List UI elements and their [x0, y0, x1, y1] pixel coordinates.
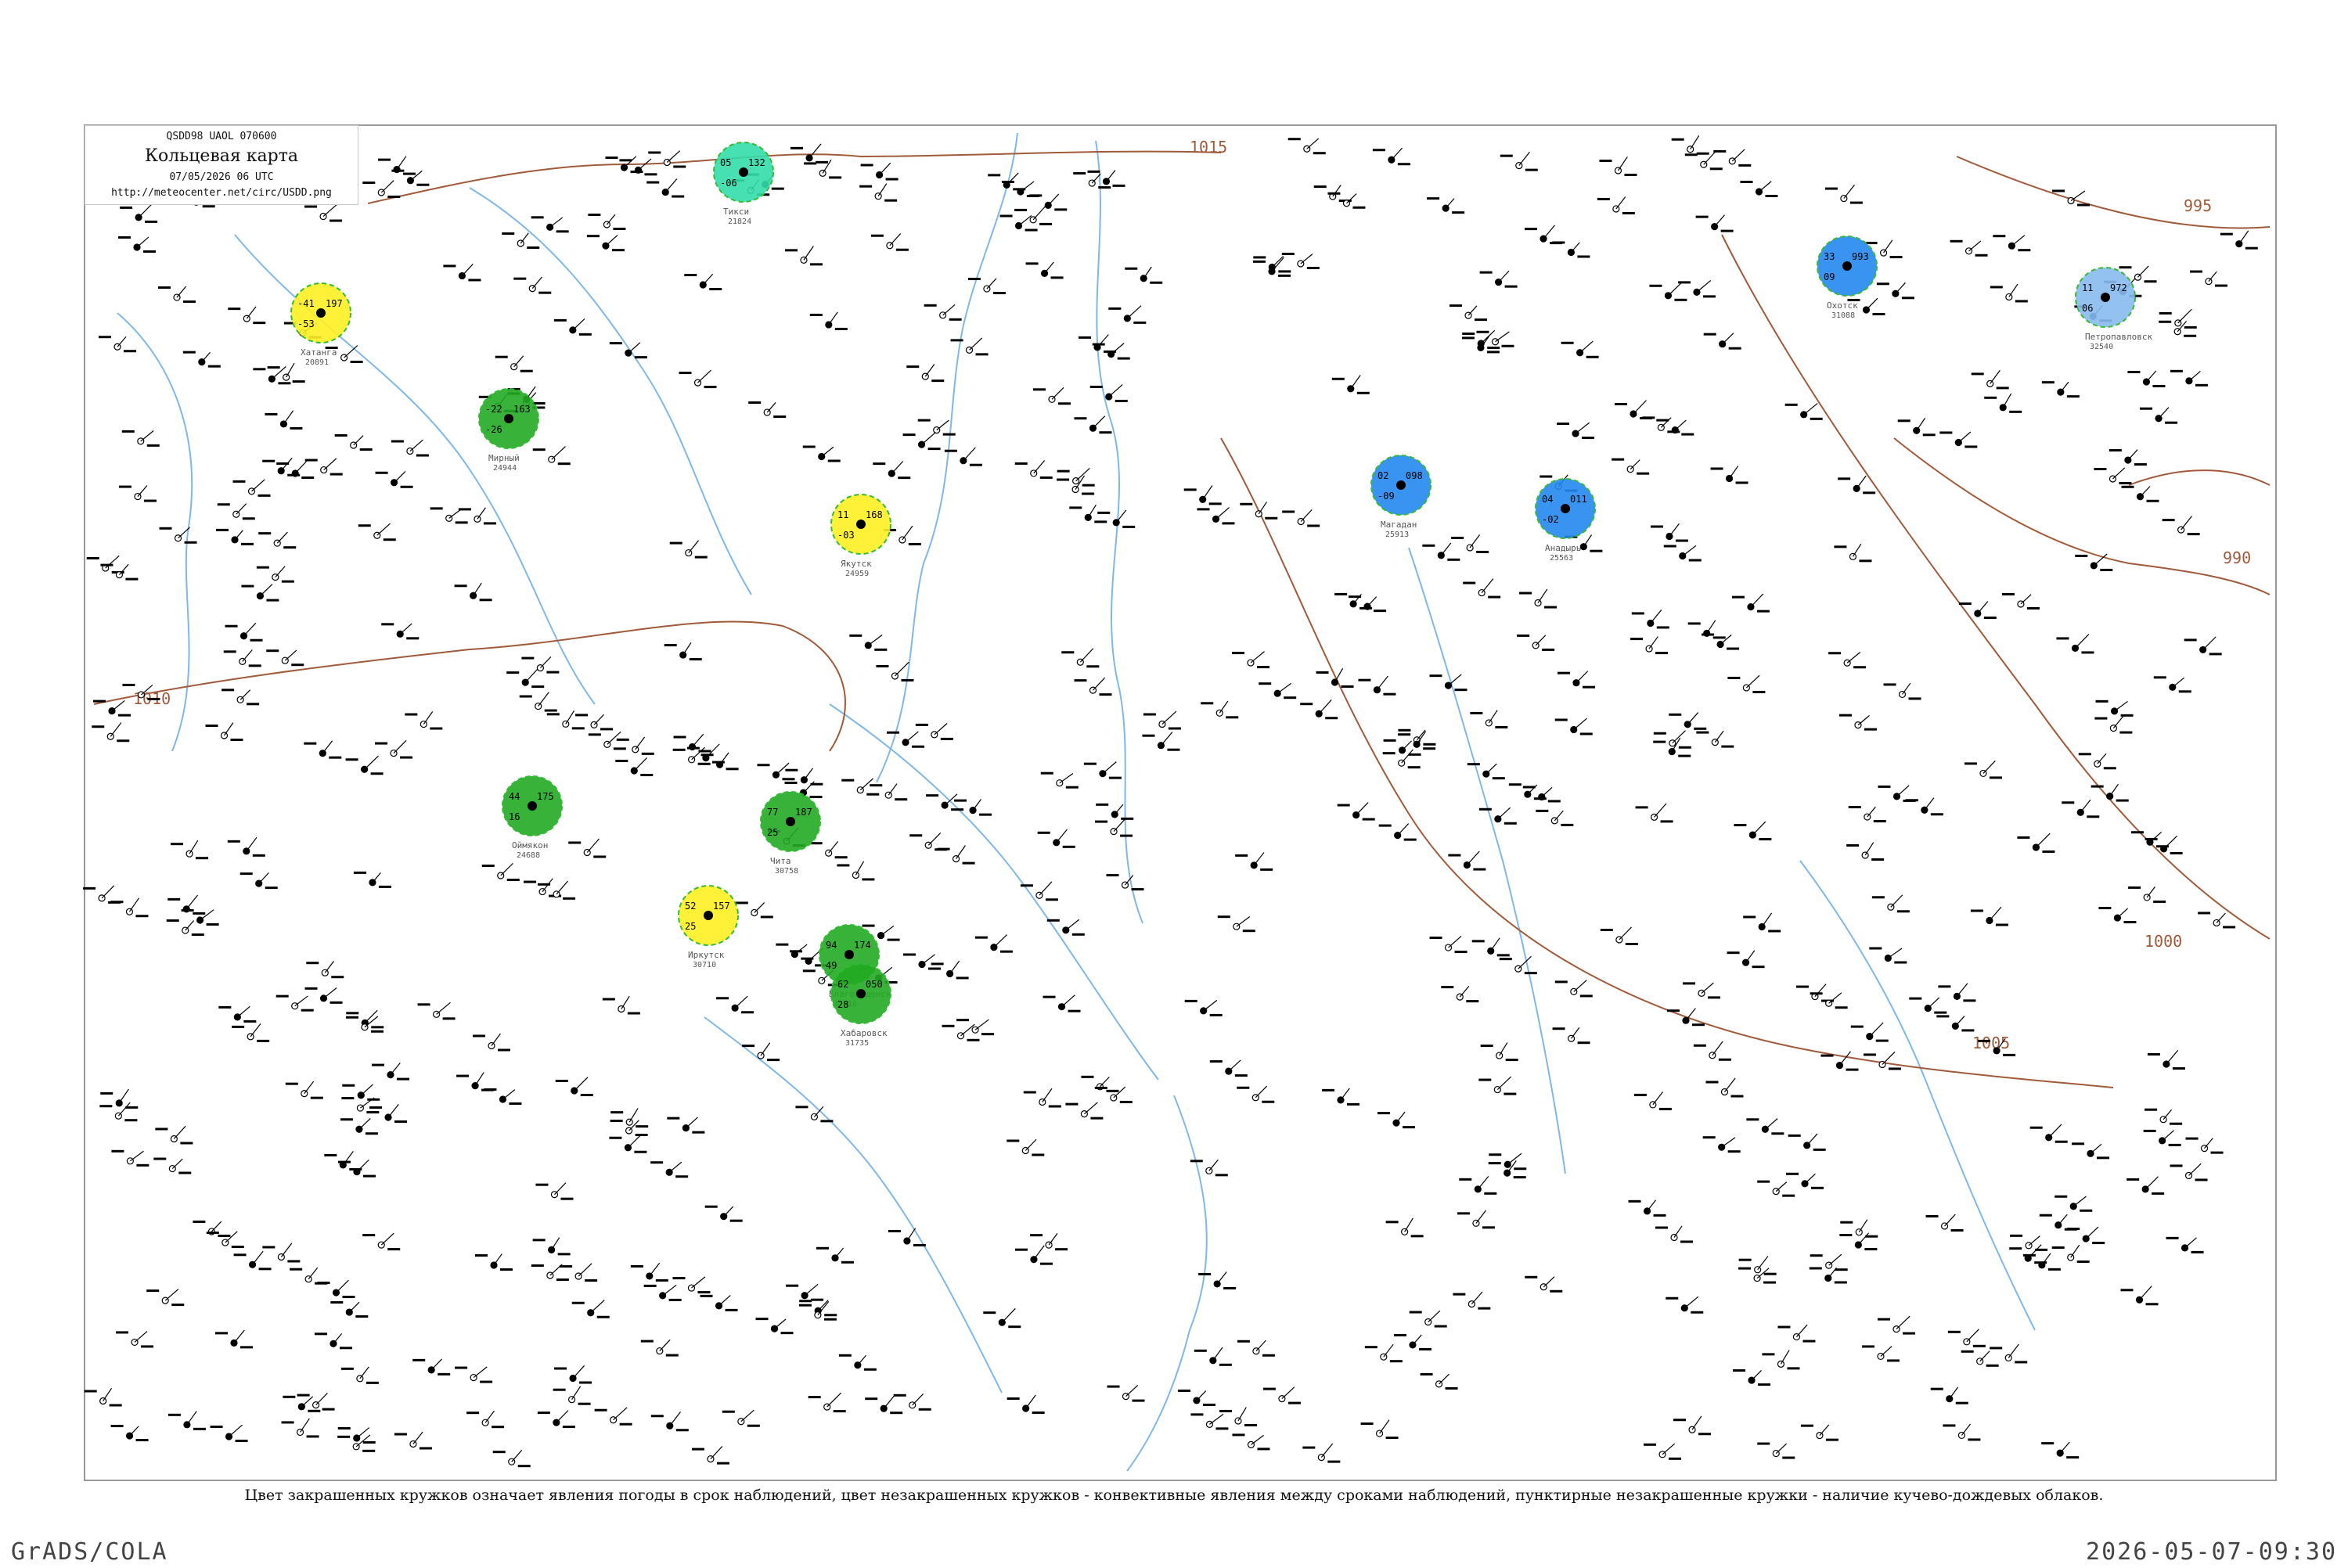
station-name: Хатанга — [301, 347, 337, 358]
station-id: 24944 — [493, 464, 517, 473]
station-name: Петропавловск — [2085, 332, 2152, 342]
station-pressure: 187 — [795, 807, 812, 818]
station-temp: 94 — [826, 940, 837, 951]
isobar-label: 1005 — [1972, 1034, 2010, 1052]
station-pressure: 197 — [326, 298, 343, 309]
station-dot — [739, 167, 748, 177]
station-pressure: 174 — [854, 940, 871, 951]
synoptic-map-page: 1015 1010 1005 1000 995 990 11 168 -03 Якутск 249… — [0, 0, 2348, 1566]
isobar-label: 1015 — [1190, 138, 1227, 156]
station-dot — [1561, 504, 1570, 513]
station-dot — [1842, 261, 1852, 271]
station-id: 30758 — [775, 867, 798, 876]
station-temp: -41 — [297, 298, 315, 309]
legend-caption: Цвет закрашенных кружков означает явлени… — [244, 1487, 2104, 1504]
station-id: 30710 — [693, 961, 716, 969]
station-id: 21824 — [728, 218, 751, 226]
station-dot — [856, 520, 866, 529]
station-pressure: 175 — [537, 791, 554, 802]
station-temp: 04 — [1542, 494, 1553, 505]
station-pressure: 098 — [1406, 470, 1423, 481]
station-temp: 05 — [720, 157, 731, 168]
map-title: Кольцевая карта — [144, 146, 298, 166]
footer-software: GrADS/COLA — [11, 1538, 168, 1566]
station-pressure: 132 — [748, 157, 765, 168]
station-pressure: 993 — [1852, 251, 1869, 262]
station-temp: -22 — [485, 404, 502, 415]
station-name: Анадырь — [1545, 543, 1581, 553]
station-dewpoint: 25 — [767, 827, 778, 838]
station-pressure: 972 — [2110, 282, 2127, 293]
station-dewpoint: 25 — [685, 921, 696, 932]
station-id: 24688 — [517, 851, 540, 860]
station-temp: 33 — [1824, 251, 1835, 262]
station-id: 24959 — [845, 570, 869, 578]
footer-timestamp: 2026-05-07-09:30 — [2086, 1538, 2337, 1566]
station-pressure: 157 — [713, 901, 730, 912]
station-dewpoint: -02 — [1542, 514, 1559, 525]
station-name: Чита — [770, 856, 791, 866]
station-pressure: 168 — [866, 509, 883, 520]
station-pressure: 163 — [513, 404, 531, 415]
station-dewpoint: 49 — [826, 960, 837, 971]
station-temp: 77 — [767, 807, 778, 818]
isobar-label: 1000 — [2145, 932, 2182, 951]
station-id: 31088 — [1831, 311, 1855, 320]
station-temp: 62 — [837, 979, 848, 990]
map-frame — [84, 124, 2277, 1481]
isobar-label: 990 — [2223, 548, 2251, 567]
isobar-label: 995 — [2184, 196, 2212, 215]
station-dot — [1396, 480, 1406, 490]
station-dewpoint: 09 — [1824, 272, 1835, 282]
station-pressure: 011 — [1570, 494, 1587, 505]
station-dot — [856, 989, 866, 998]
station-id: 31735 — [845, 1039, 869, 1048]
station-dot — [504, 414, 513, 423]
station-dewpoint: 16 — [509, 811, 520, 822]
station-name: Оймякон — [512, 840, 548, 851]
map-canvas: 1015101010051000995990 11 168-03Якутск249… — [83, 124, 2277, 1481]
station-id: 25563 — [1550, 554, 1573, 563]
station-name: Хабаровск — [841, 1028, 888, 1038]
station-name: Мирный — [488, 453, 520, 463]
station-dot — [844, 950, 854, 959]
bulletin-code: QSDD98 UAOL 070600 — [166, 131, 277, 142]
station-pressure: 050 — [866, 979, 883, 990]
station-temp: 11 — [837, 509, 848, 520]
station-id: 25913 — [1385, 530, 1409, 539]
map-header: QSDD98 UAOL 070600 Кольцевая карта 07/05… — [85, 125, 358, 205]
station-dewpoint: -03 — [837, 530, 855, 541]
station-id: 32540 — [2090, 343, 2113, 351]
station-name: Тикси — [723, 207, 749, 217]
station-dewpoint: -06 — [720, 178, 737, 189]
station-name: Охотск — [1827, 300, 1858, 311]
station-temp: 02 — [1377, 470, 1388, 481]
station-dewpoint: -53 — [297, 318, 315, 329]
station-dot — [2101, 293, 2110, 302]
station-dewpoint: -09 — [1377, 491, 1395, 502]
station-dot — [528, 801, 537, 811]
source-url[interactable]: http://meteocenter.net/circ/USDD.png — [85, 187, 358, 199]
station-temp: 52 — [685, 901, 696, 912]
station-dewpoint: 06 — [2082, 303, 2093, 314]
station-temp: 11 — [2082, 282, 2093, 293]
station-dewpoint: -26 — [485, 424, 502, 435]
station-name: Магадан — [1381, 520, 1417, 530]
station-dewpoint: 28 — [837, 999, 848, 1010]
station-dot — [704, 911, 713, 920]
observation-datetime: 07/05/2026 06 UTC — [169, 171, 274, 183]
station-dot — [786, 817, 795, 826]
station-31735[interactable]: 62 050 28 Хабаровск31735 — [830, 963, 891, 1048]
station-id: 20891 — [305, 358, 329, 367]
station-temp: 44 — [509, 791, 520, 802]
station-dot — [316, 308, 326, 318]
station-name: Иркутск — [688, 950, 725, 960]
station-name: Якутск — [841, 559, 872, 569]
